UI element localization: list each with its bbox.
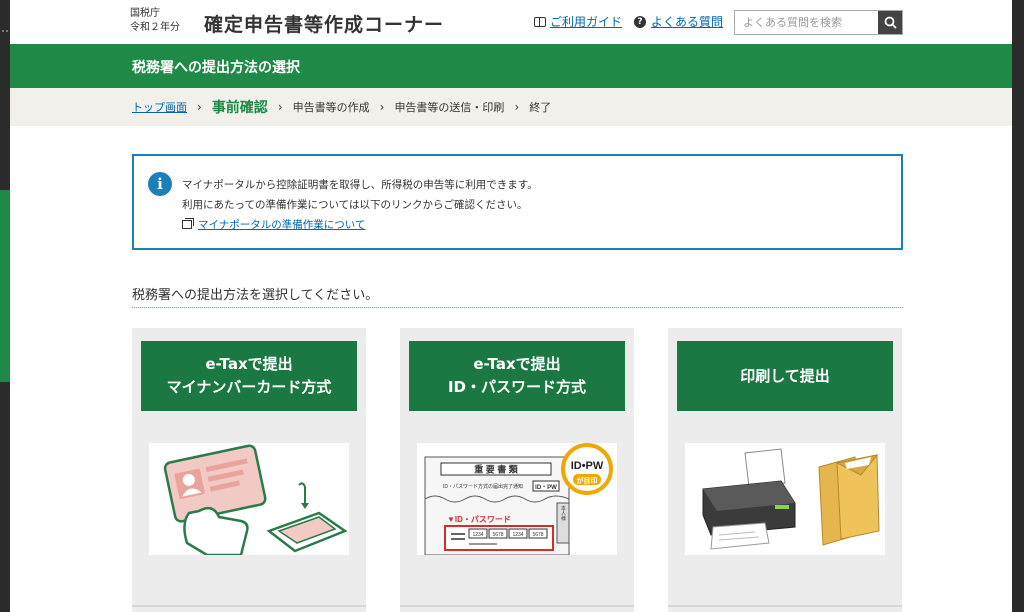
svg-text:5678: 5678	[532, 532, 543, 538]
info-box: i マイナポータルから控除証明書を取得し、所得税の申告等に利用できます。 利用に…	[132, 154, 903, 250]
option-title: e-Taxで提出	[205, 355, 293, 373]
book-icon	[534, 16, 546, 27]
page: 国税庁 令和２年分 確定申告書等作成コーナー ご利用ガイド ? よくある質問 税…	[10, 0, 1012, 612]
svg-text:が目印: が目印	[577, 476, 598, 485]
option-subtitle: ID・パスワード方式	[447, 378, 587, 396]
selection-prompt: 税務署への提出方法を選択してください。	[132, 288, 379, 303]
id-pw-notice-illustration: 重 要 書 類 ID・パスワード方式の届出完了通知 ID・PW ▼ID・パスワー…	[417, 443, 617, 555]
option-card-print[interactable]: 印刷して提出	[668, 328, 902, 612]
guide-link[interactable]: ご利用ガイド	[534, 13, 622, 30]
header: 国税庁 令和２年分 確定申告書等作成コーナー ご利用ガイド ? よくある質問	[10, 0, 1012, 44]
right-window-edge	[1012, 0, 1024, 612]
svg-text:▼ID・パスワード: ▼ID・パスワード	[447, 514, 511, 524]
svg-text:ID・PW: ID・PW	[535, 485, 557, 491]
question-icon: ?	[634, 15, 646, 28]
printer-envelope-illustration	[685, 443, 885, 555]
chevron-right-icon: ›	[197, 100, 202, 114]
site-title[interactable]: 確定申告書等作成コーナー	[204, 10, 444, 37]
page-title: 税務署への提出方法の選択	[132, 60, 300, 76]
external-link-icon	[182, 218, 194, 229]
card-bottom-line	[400, 605, 634, 607]
option-button-print[interactable]: 印刷して提出	[677, 341, 893, 411]
option-button-mynumber[interactable]: e-Taxで提出 マイナンバーカード方式	[141, 341, 357, 411]
chevron-right-icon: ›	[514, 100, 520, 114]
page-title-bar: 税務署への提出方法の選択	[10, 44, 1012, 88]
info-text: 利用にあたっての準備作業については以下のリンクからご確認ください。	[182, 199, 528, 211]
option-button-idpw[interactable]: e-Taxで提出 ID・パスワード方式	[409, 341, 625, 411]
guide-link-label[interactable]: ご利用ガイド	[550, 13, 622, 30]
mynaportal-link-label[interactable]: マイナポータルの準備作業について	[198, 217, 365, 232]
breadcrumb-step: 終了	[529, 101, 552, 114]
faq-link-label[interactable]: よくある質問	[651, 13, 723, 30]
search-input[interactable]	[735, 11, 878, 34]
mynaportal-link[interactable]: マイナポータルの準備作業について	[182, 217, 365, 232]
info-text: マイナポータルから控除証明書を取得し、所得税の申告等に利用できます。	[182, 179, 538, 191]
breadcrumb-step: 申告書等の送信・印刷	[394, 101, 505, 114]
agency-name: 国税庁	[130, 8, 160, 19]
svg-text:本人様: 本人様	[560, 505, 566, 521]
option-title: 印刷して提出	[740, 366, 830, 385]
breadcrumb: トップ画面 › 事前確認 › 申告書等の作成 › 申告書等の送信・印刷 › 終了	[10, 88, 1012, 126]
faq-link[interactable]: ? よくある質問	[634, 13, 723, 30]
left-window-edge	[0, 0, 10, 612]
svg-text:5678: 5678	[492, 532, 503, 538]
search-icon	[884, 16, 897, 29]
svg-text:重 要 書 類: 重 要 書 類	[474, 464, 519, 475]
svg-text:ID•PW: ID•PW	[571, 460, 604, 472]
chevron-right-icon: ›	[277, 100, 283, 114]
breadcrumb-step: 申告書等の作成	[292, 101, 370, 114]
svg-text:1234: 1234	[512, 532, 523, 538]
divider	[132, 307, 903, 308]
agency-label: 国税庁 令和２年分	[130, 7, 180, 35]
svg-text:ID・パスワード方式の届出完了通知: ID・パスワード方式の届出完了通知	[443, 483, 523, 490]
option-title: e-Taxで提出	[473, 355, 561, 373]
search-button[interactable]	[878, 11, 902, 34]
tax-year: 令和２年分	[130, 22, 180, 33]
option-card-mynumber[interactable]: e-Taxで提出 マイナンバーカード方式	[132, 328, 366, 612]
breadcrumb-top[interactable]: トップ画面	[132, 99, 187, 115]
card-bottom-line	[132, 605, 366, 607]
breadcrumb-current: 事前確認	[211, 100, 268, 116]
faq-search	[734, 10, 903, 35]
chevron-right-icon: ›	[379, 100, 385, 114]
option-subtitle: マイナンバーカード方式	[166, 378, 332, 396]
card-reader-illustration	[149, 443, 349, 555]
info-icon: i	[148, 172, 172, 196]
card-bottom-line	[668, 605, 902, 607]
option-card-idpw[interactable]: e-Taxで提出 ID・パスワード方式 重 要 書 類 ID・パスワード方式の届…	[400, 328, 634, 612]
svg-text:1234: 1234	[472, 532, 483, 538]
